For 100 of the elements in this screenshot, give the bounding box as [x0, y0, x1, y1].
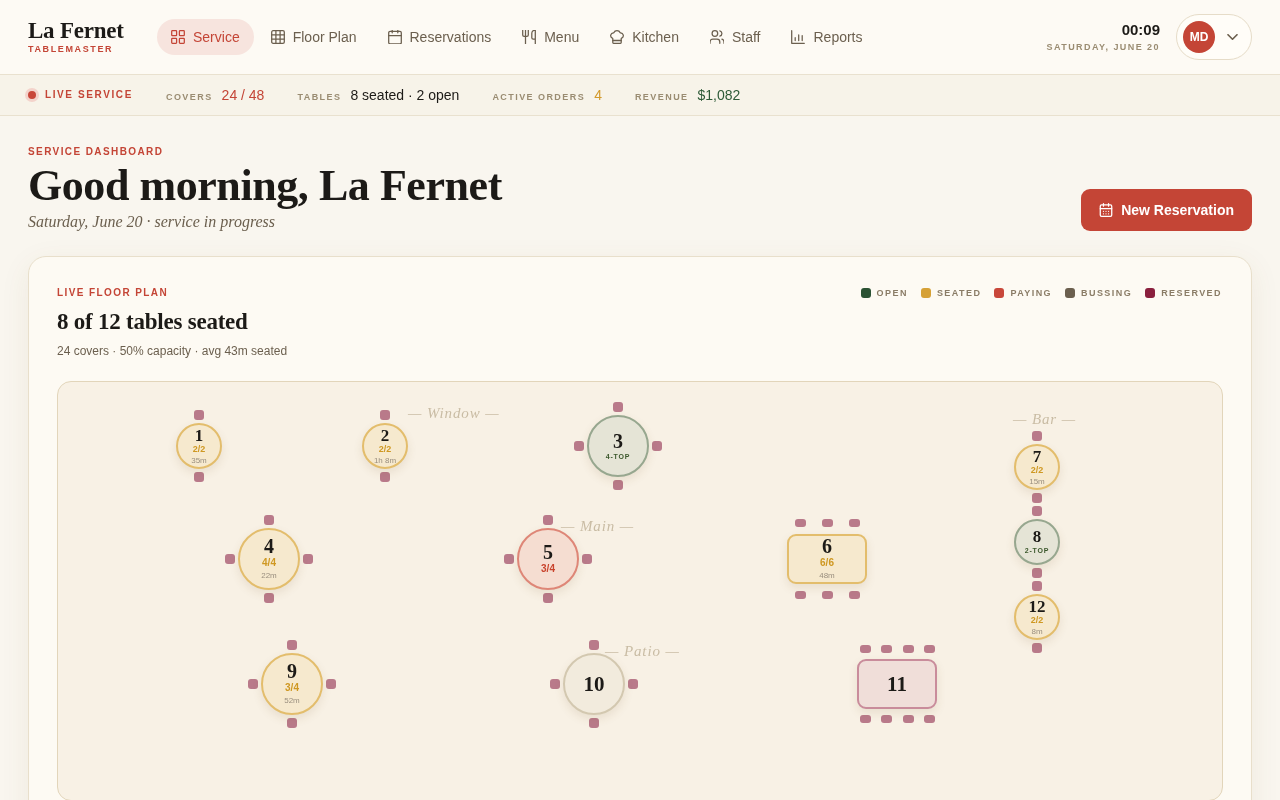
rect-table[interactable]: 6 6/6 48m	[787, 534, 867, 584]
table-number: 11	[887, 673, 907, 695]
table-number: 9	[287, 662, 297, 680]
chair-icon	[628, 679, 638, 689]
page-title: Good morning, La Fernet	[28, 162, 502, 210]
chair-icon	[794, 591, 806, 599]
chair-icon	[589, 718, 599, 728]
guest-count: 3/4	[541, 563, 555, 575]
table-number: 2	[380, 427, 390, 443]
chair-icon	[543, 593, 553, 603]
seated-time: 35m	[191, 455, 207, 465]
bar-chart-icon	[791, 30, 806, 44]
table-number: 6	[822, 537, 832, 555]
calendar-icon	[1099, 203, 1114, 217]
legend-label: RESERVED	[1161, 287, 1222, 299]
chair-icon	[848, 519, 860, 527]
users-icon	[709, 30, 724, 44]
table-number: 8	[1032, 529, 1042, 544]
clock-time: 00:09	[1121, 21, 1160, 39]
table-number: 12	[1028, 598, 1046, 614]
chair-icon	[1032, 431, 1042, 441]
zone-label: — Window —	[408, 404, 500, 422]
new-reservation-button[interactable]: New Reservation	[1081, 189, 1252, 231]
page-eyebrow: SERVICE DASHBOARD	[28, 146, 164, 158]
chair-icon	[1032, 643, 1042, 653]
chair-icon	[652, 441, 662, 451]
chevron-down-icon	[1227, 34, 1238, 40]
chair-icon	[194, 410, 204, 420]
clock-date: SATURDAY, JUNE 20	[1046, 41, 1160, 53]
seated-time: 22m	[261, 571, 277, 581]
seated-time: 15m	[1029, 476, 1045, 486]
round-table[interactable]: 9 3/4 52m	[261, 653, 323, 715]
chair-icon	[821, 591, 833, 599]
chair-icon	[380, 472, 390, 482]
chair-icon	[504, 554, 514, 564]
table-number: 1	[194, 427, 204, 443]
chair-icon	[194, 472, 204, 482]
chair-icon	[287, 718, 297, 728]
chair-icon	[859, 645, 871, 653]
chair-icon	[550, 679, 560, 689]
nav-tab[interactable]: Reservations	[373, 19, 506, 55]
chair-icon	[589, 640, 599, 650]
seated-time: 48m	[819, 571, 835, 581]
seated-time: 52m	[284, 696, 300, 706]
four-squares-icon	[171, 30, 185, 44]
guest-count: 2/2	[192, 443, 206, 455]
guest-count: 2/2	[1030, 464, 1044, 476]
chair-icon	[859, 715, 871, 723]
round-table[interactable]: 1 2/2 35m	[176, 423, 222, 469]
page-subtitle: Saturday, June 20 · service in progress	[28, 212, 276, 232]
chair-icon	[248, 679, 258, 689]
chair-icon	[821, 519, 833, 527]
card-summary: 24 covers · 50% capacity · avg 43m seated	[57, 343, 288, 359]
user-avatar: MD	[1183, 21, 1215, 53]
chair-icon	[264, 515, 274, 525]
chair-icon	[880, 645, 892, 653]
card-title: 8 of 12 tables seated	[57, 309, 248, 335]
guest-count: 4/4	[262, 557, 276, 569]
table-number: 5	[543, 543, 553, 561]
calendar-icon	[387, 30, 402, 44]
seated-time: 8m	[1031, 626, 1043, 636]
nav-tab[interactable]: Kitchen	[596, 19, 693, 55]
stat-label: REVENUE	[634, 91, 689, 103]
chair-icon	[543, 515, 553, 525]
guest-count: 3/4	[285, 682, 299, 694]
round-table[interactable]: 10	[563, 653, 625, 715]
chair-icon	[303, 554, 313, 564]
chair-icon	[794, 519, 806, 527]
stat-label: COVERS	[165, 91, 213, 103]
guest-count: 2/2	[1030, 614, 1044, 626]
stat-label: ACTIVE ORDERS	[492, 91, 586, 103]
live-indicator: LIVE SERVICE	[45, 89, 133, 101]
user-menu-button[interactable]: MD	[1176, 14, 1252, 60]
nav-tab[interactable]: Reports	[777, 19, 877, 55]
table-number: 4	[264, 537, 274, 555]
legend-label: SEATED	[936, 287, 982, 299]
guest-count: 6/6	[820, 557, 834, 569]
chair-icon	[380, 410, 390, 420]
legend-label: BUSSING	[1081, 287, 1133, 299]
table-number: 10	[583, 673, 605, 695]
chair-icon	[582, 554, 592, 564]
chair-icon	[264, 593, 274, 603]
nav-tab[interactable]: Floor Plan	[256, 19, 371, 55]
round-table[interactable]: 7 2/2 15m	[1014, 444, 1060, 490]
stat-value: 8 seated · 2 open	[350, 86, 460, 104]
chair-icon	[902, 715, 914, 723]
round-table[interactable]: 2 2/2 1h 8m	[362, 423, 408, 469]
round-table[interactable]: 12 2/2 8m	[1014, 594, 1060, 640]
table-number: 3	[613, 431, 623, 450]
zone-label: — Bar —	[1013, 410, 1076, 428]
nav-tab[interactable]: Menu	[508, 19, 594, 55]
fork-knife-icon	[522, 30, 537, 44]
round-table[interactable]: 5 3/4	[517, 528, 579, 590]
round-table[interactable]: 4 4/4 22m	[238, 528, 300, 590]
chair-icon	[923, 645, 935, 653]
chair-icon	[225, 554, 235, 564]
nav-tab[interactable]: Service	[157, 19, 254, 55]
chair-icon	[848, 591, 860, 599]
rect-table[interactable]: 11	[857, 659, 937, 709]
nav-tab[interactable]: Staff	[695, 19, 775, 55]
